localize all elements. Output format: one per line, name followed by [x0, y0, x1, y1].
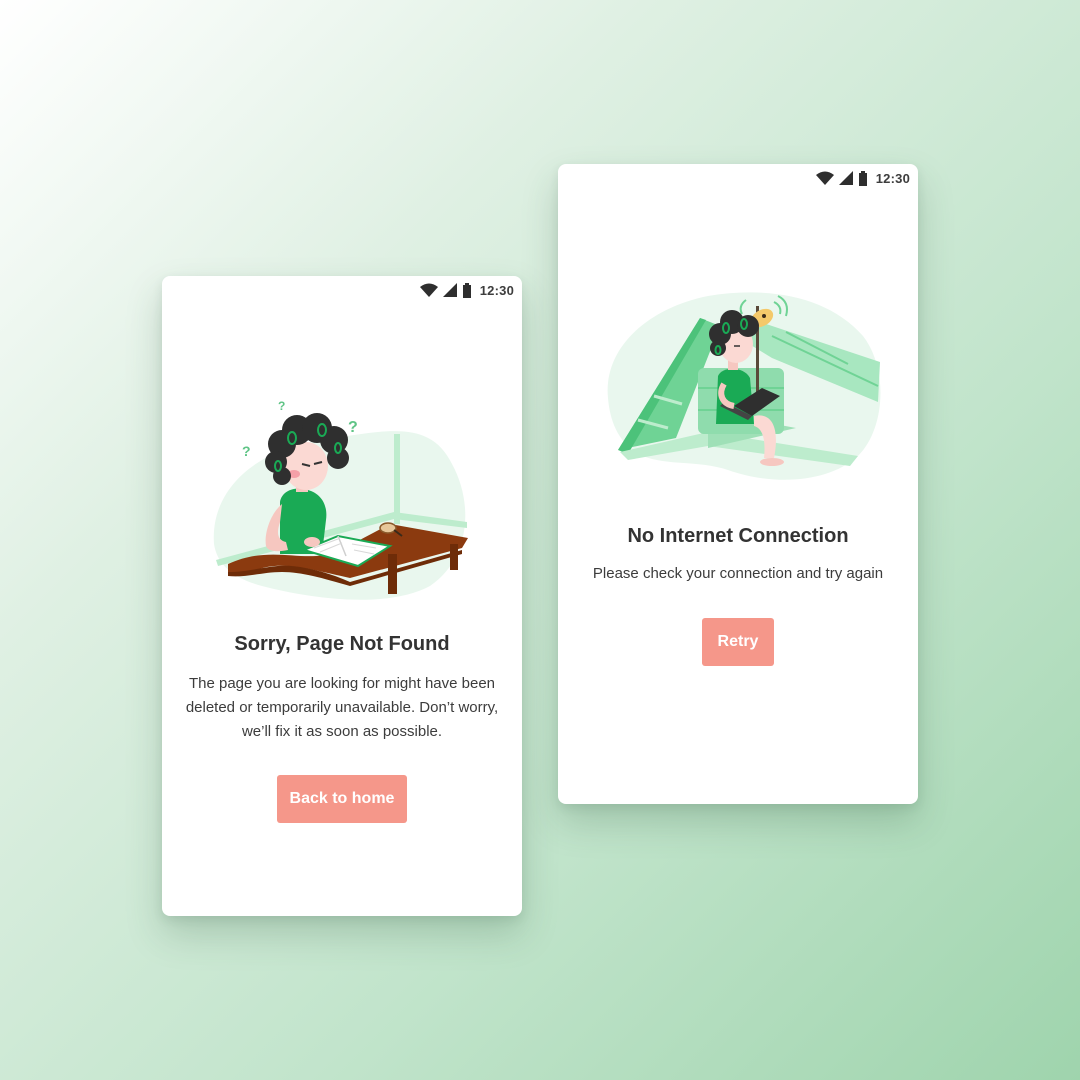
- error-message: Please check your connection and try aga…: [592, 565, 884, 582]
- no-internet-illustration: [558, 288, 918, 488]
- wifi-icon: [419, 283, 438, 297]
- svg-text:?: ?: [278, 399, 285, 413]
- signal-icon: [838, 171, 853, 185]
- retry-button[interactable]: Retry: [702, 618, 774, 666]
- back-to-home-button[interactable]: Back to home: [277, 775, 407, 823]
- status-time: 12:30: [479, 282, 514, 298]
- battery-icon: [462, 282, 471, 298]
- error-message: The page you are looking for might have …: [185, 675, 499, 740]
- page-title: No Internet Connection: [627, 525, 849, 547]
- svg-text:?: ?: [242, 443, 251, 459]
- page-not-found-illustration: ? ? ?: [162, 394, 522, 604]
- no-internet-screen: 12:30 No Internet Connection Please chec…: [558, 164, 918, 804]
- status-bar: 12:30: [419, 279, 514, 301]
- svg-text:?: ?: [348, 419, 358, 436]
- status-bar: 12:30: [815, 167, 910, 189]
- signal-icon: [442, 283, 457, 297]
- status-time: 12:30: [875, 170, 910, 186]
- page-title: Sorry, Page Not Found: [234, 633, 450, 655]
- page-not-found-screen: 12:30 ? ? ? Sorry, Page Not Found The pa…: [162, 276, 522, 916]
- battery-icon: [858, 170, 867, 186]
- wifi-icon: [815, 171, 834, 185]
